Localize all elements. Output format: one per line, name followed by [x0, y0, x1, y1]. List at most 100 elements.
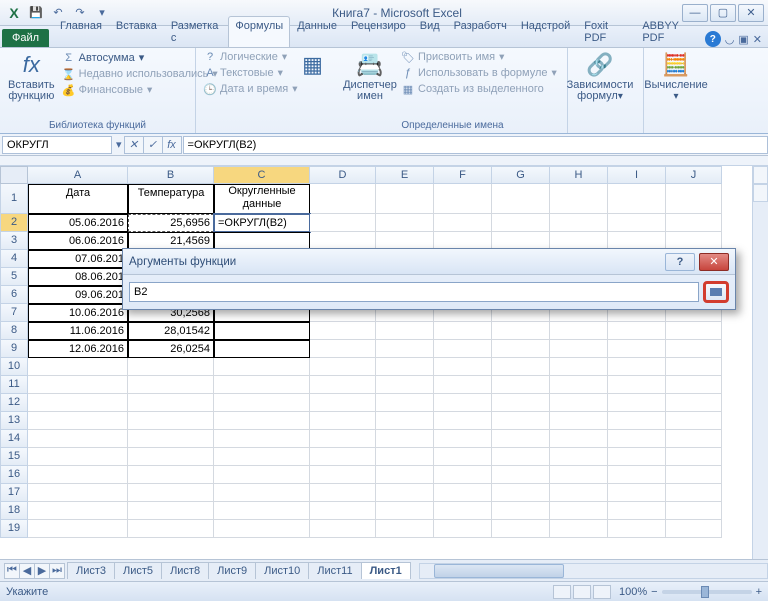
- cell-G2[interactable]: [492, 214, 550, 232]
- cell-H19[interactable]: [550, 520, 608, 538]
- ribbon-tab-5[interactable]: Рецензиро: [344, 16, 413, 47]
- cell-C8[interactable]: [214, 322, 310, 340]
- dialog-help-button[interactable]: ?: [665, 253, 695, 271]
- cell-G13[interactable]: [492, 412, 550, 430]
- column-header-C[interactable]: C: [214, 166, 310, 184]
- cell-D14[interactable]: [310, 430, 376, 448]
- cell-F18[interactable]: [434, 502, 492, 520]
- cell-H11[interactable]: [550, 376, 608, 394]
- ribbon-minimize-icon[interactable]: ◡: [725, 33, 735, 46]
- cell-I18[interactable]: [608, 502, 666, 520]
- select-all-corner[interactable]: [0, 166, 28, 184]
- cell-G12[interactable]: [492, 394, 550, 412]
- cell-I8[interactable]: [608, 322, 666, 340]
- cell-I12[interactable]: [608, 394, 666, 412]
- cell-H1[interactable]: [550, 184, 608, 214]
- cell-D15[interactable]: [310, 448, 376, 466]
- column-header-A[interactable]: A: [28, 166, 128, 184]
- page-layout-view-button[interactable]: [573, 585, 591, 599]
- cell-D1[interactable]: [310, 184, 376, 214]
- cell-A10[interactable]: [28, 358, 128, 376]
- page-break-view-button[interactable]: [593, 585, 611, 599]
- cell-A8[interactable]: 11.06.2016: [28, 322, 128, 340]
- ribbon-tab-10[interactable]: ABBYY PDF: [635, 16, 704, 47]
- cell-B8[interactable]: 28,01542: [128, 322, 214, 340]
- formula-auditing-button[interactable]: 🔗 Зависимостиформул▾: [574, 50, 626, 104]
- cell-F10[interactable]: [434, 358, 492, 376]
- cell-E18[interactable]: [376, 502, 434, 520]
- cell-H12[interactable]: [550, 394, 608, 412]
- text-button[interactable]: AТекстовые▾: [202, 66, 300, 80]
- row-header-18[interactable]: 18: [0, 502, 28, 520]
- file-tab[interactable]: Файл: [2, 29, 49, 47]
- cell-F16[interactable]: [434, 466, 492, 484]
- cell-G17[interactable]: [492, 484, 550, 502]
- column-header-H[interactable]: H: [550, 166, 608, 184]
- cell-I2[interactable]: [608, 214, 666, 232]
- cell-E1[interactable]: [376, 184, 434, 214]
- maximize-button[interactable]: ▢: [710, 4, 736, 22]
- cell-D8[interactable]: [310, 322, 376, 340]
- cell-D2[interactable]: [310, 214, 376, 232]
- cell-I10[interactable]: [608, 358, 666, 376]
- ribbon-tab-3[interactable]: Формулы: [228, 16, 290, 47]
- cell-J14[interactable]: [666, 430, 722, 448]
- row-header-8[interactable]: 8: [0, 322, 28, 340]
- zoom-slider[interactable]: [662, 590, 752, 594]
- cell-D13[interactable]: [310, 412, 376, 430]
- collapse-dialog-button[interactable]: [703, 281, 729, 303]
- sheet-tab-Лист1[interactable]: Лист1: [361, 562, 411, 579]
- cell-A18[interactable]: [28, 502, 128, 520]
- cell-B16[interactable]: [128, 466, 214, 484]
- row-header-2[interactable]: 2: [0, 214, 28, 232]
- dialog-close-button[interactable]: ✕: [699, 253, 729, 271]
- cell-D9[interactable]: [310, 340, 376, 358]
- cell-C9[interactable]: [214, 340, 310, 358]
- cell-E17[interactable]: [376, 484, 434, 502]
- cell-E14[interactable]: [376, 430, 434, 448]
- row-header-16[interactable]: 16: [0, 466, 28, 484]
- confirm-formula-button[interactable]: ✓: [143, 136, 163, 154]
- cell-C12[interactable]: [214, 394, 310, 412]
- cell-F2[interactable]: [434, 214, 492, 232]
- cell-E8[interactable]: [376, 322, 434, 340]
- cell-J16[interactable]: [666, 466, 722, 484]
- column-header-B[interactable]: B: [128, 166, 214, 184]
- row-header-15[interactable]: 15: [0, 448, 28, 466]
- cell-B15[interactable]: [128, 448, 214, 466]
- cell-A19[interactable]: [28, 520, 128, 538]
- cell-F12[interactable]: [434, 394, 492, 412]
- cancel-formula-button[interactable]: ✕: [124, 136, 144, 154]
- cell-J1[interactable]: [666, 184, 722, 214]
- column-header-J[interactable]: J: [666, 166, 722, 184]
- cell-H14[interactable]: [550, 430, 608, 448]
- cell-I13[interactable]: [608, 412, 666, 430]
- cell-H2[interactable]: [550, 214, 608, 232]
- cell-G11[interactable]: [492, 376, 550, 394]
- tab-first-button[interactable]: ⏮: [4, 563, 20, 579]
- cell-G19[interactable]: [492, 520, 550, 538]
- cell-J13[interactable]: [666, 412, 722, 430]
- cell-C11[interactable]: [214, 376, 310, 394]
- cell-D11[interactable]: [310, 376, 376, 394]
- row-header-10[interactable]: 10: [0, 358, 28, 376]
- cell-J17[interactable]: [666, 484, 722, 502]
- doc-close-icon[interactable]: ✕: [753, 33, 762, 46]
- cell-I11[interactable]: [608, 376, 666, 394]
- cell-F8[interactable]: [434, 322, 492, 340]
- cell-C15[interactable]: [214, 448, 310, 466]
- ribbon-tab-8[interactable]: Надстрой: [514, 16, 577, 47]
- cell-D19[interactable]: [310, 520, 376, 538]
- fx-button[interactable]: fx: [162, 136, 182, 154]
- row-header-13[interactable]: 13: [0, 412, 28, 430]
- cell-J19[interactable]: [666, 520, 722, 538]
- cell-B13[interactable]: [128, 412, 214, 430]
- cell-G15[interactable]: [492, 448, 550, 466]
- cell-C10[interactable]: [214, 358, 310, 376]
- cell-I15[interactable]: [608, 448, 666, 466]
- cell-H13[interactable]: [550, 412, 608, 430]
- close-button[interactable]: ✕: [738, 4, 764, 22]
- column-header-G[interactable]: G: [492, 166, 550, 184]
- cell-J2[interactable]: [666, 214, 722, 232]
- cell-F11[interactable]: [434, 376, 492, 394]
